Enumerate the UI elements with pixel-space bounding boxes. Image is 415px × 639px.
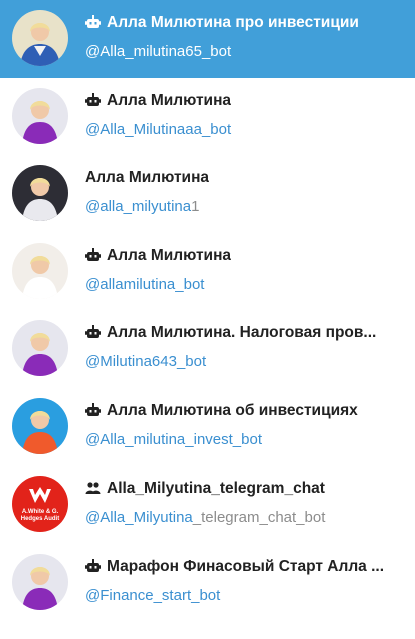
logo-text-line2: Hedges Audit [21, 516, 59, 522]
result-title: Alla_Milyutina_telegram_chat [85, 480, 405, 498]
result-username: @allamilutina_bot [85, 276, 205, 293]
result-username: @Milutina643_bot [85, 353, 207, 370]
result-username: @alla_milyutina1 [85, 198, 200, 215]
result-username: @Alla_Milyutina_telegram_chat_bot [85, 509, 326, 526]
bot-icon [85, 93, 101, 106]
avatar: A.White & G. Hedges Audit [12, 476, 68, 532]
bot-icon [85, 403, 101, 416]
result-username: @Alla_Milutinaaa_bot [85, 121, 232, 138]
result-title: Алла Милютина про инвестиции [85, 14, 405, 32]
result-username: @Alla_milutina_invest_bot [85, 431, 262, 448]
result-row[interactable]: A.White & G. Hedges Audit Alla_Milyutina… [0, 466, 415, 544]
avatar [12, 554, 68, 610]
avatar [12, 320, 68, 376]
search-results-list: Алла Милютина про инвестиции @Alla_milut… [0, 0, 415, 639]
bot-icon [85, 559, 101, 572]
result-row[interactable]: Марафон Финасовый Старт Алла ... @Financ… [0, 544, 415, 622]
bot-icon [85, 248, 101, 261]
avatar [12, 10, 68, 66]
bot-icon [85, 325, 101, 338]
result-title: Алла Милютина. Налоговая пров... [85, 324, 405, 342]
result-username: @Finance_start_bot [85, 587, 221, 604]
result-username: @Alla_milutina65_bot [85, 43, 232, 60]
result-row[interactable]: Алла Милютина @Alla_Milutinaaa_bot [0, 78, 415, 156]
result-title: Алла Милютина [85, 169, 210, 186]
result-row[interactable]: Алла Милютина об инвестициях @Alla_milut… [0, 388, 415, 466]
result-row[interactable]: Алла Милютина про инвестиции @Alla_milut… [0, 0, 415, 78]
result-title: Марафон Финасовый Старт Алла ... [85, 558, 405, 576]
result-row[interactable]: Алла Милютина @allamilutina_bot [0, 233, 415, 311]
result-title: Алла Милютина [85, 247, 405, 265]
result-title: Алла Милютина об инвестициях [85, 402, 405, 420]
group-icon [85, 482, 101, 494]
avatar [12, 165, 68, 221]
avatar [12, 88, 68, 144]
result-title: Алла Милютина [85, 92, 405, 110]
avatar [12, 398, 68, 454]
result-row[interactable]: Алла Милютина. Налоговая пров... @Miluti… [0, 310, 415, 388]
logo-text-line1: A.White & G. [22, 509, 59, 515]
avatar [12, 243, 68, 299]
result-row[interactable]: Алла Милютина @alla_milyutina1 [0, 155, 415, 233]
bot-icon [85, 15, 101, 28]
